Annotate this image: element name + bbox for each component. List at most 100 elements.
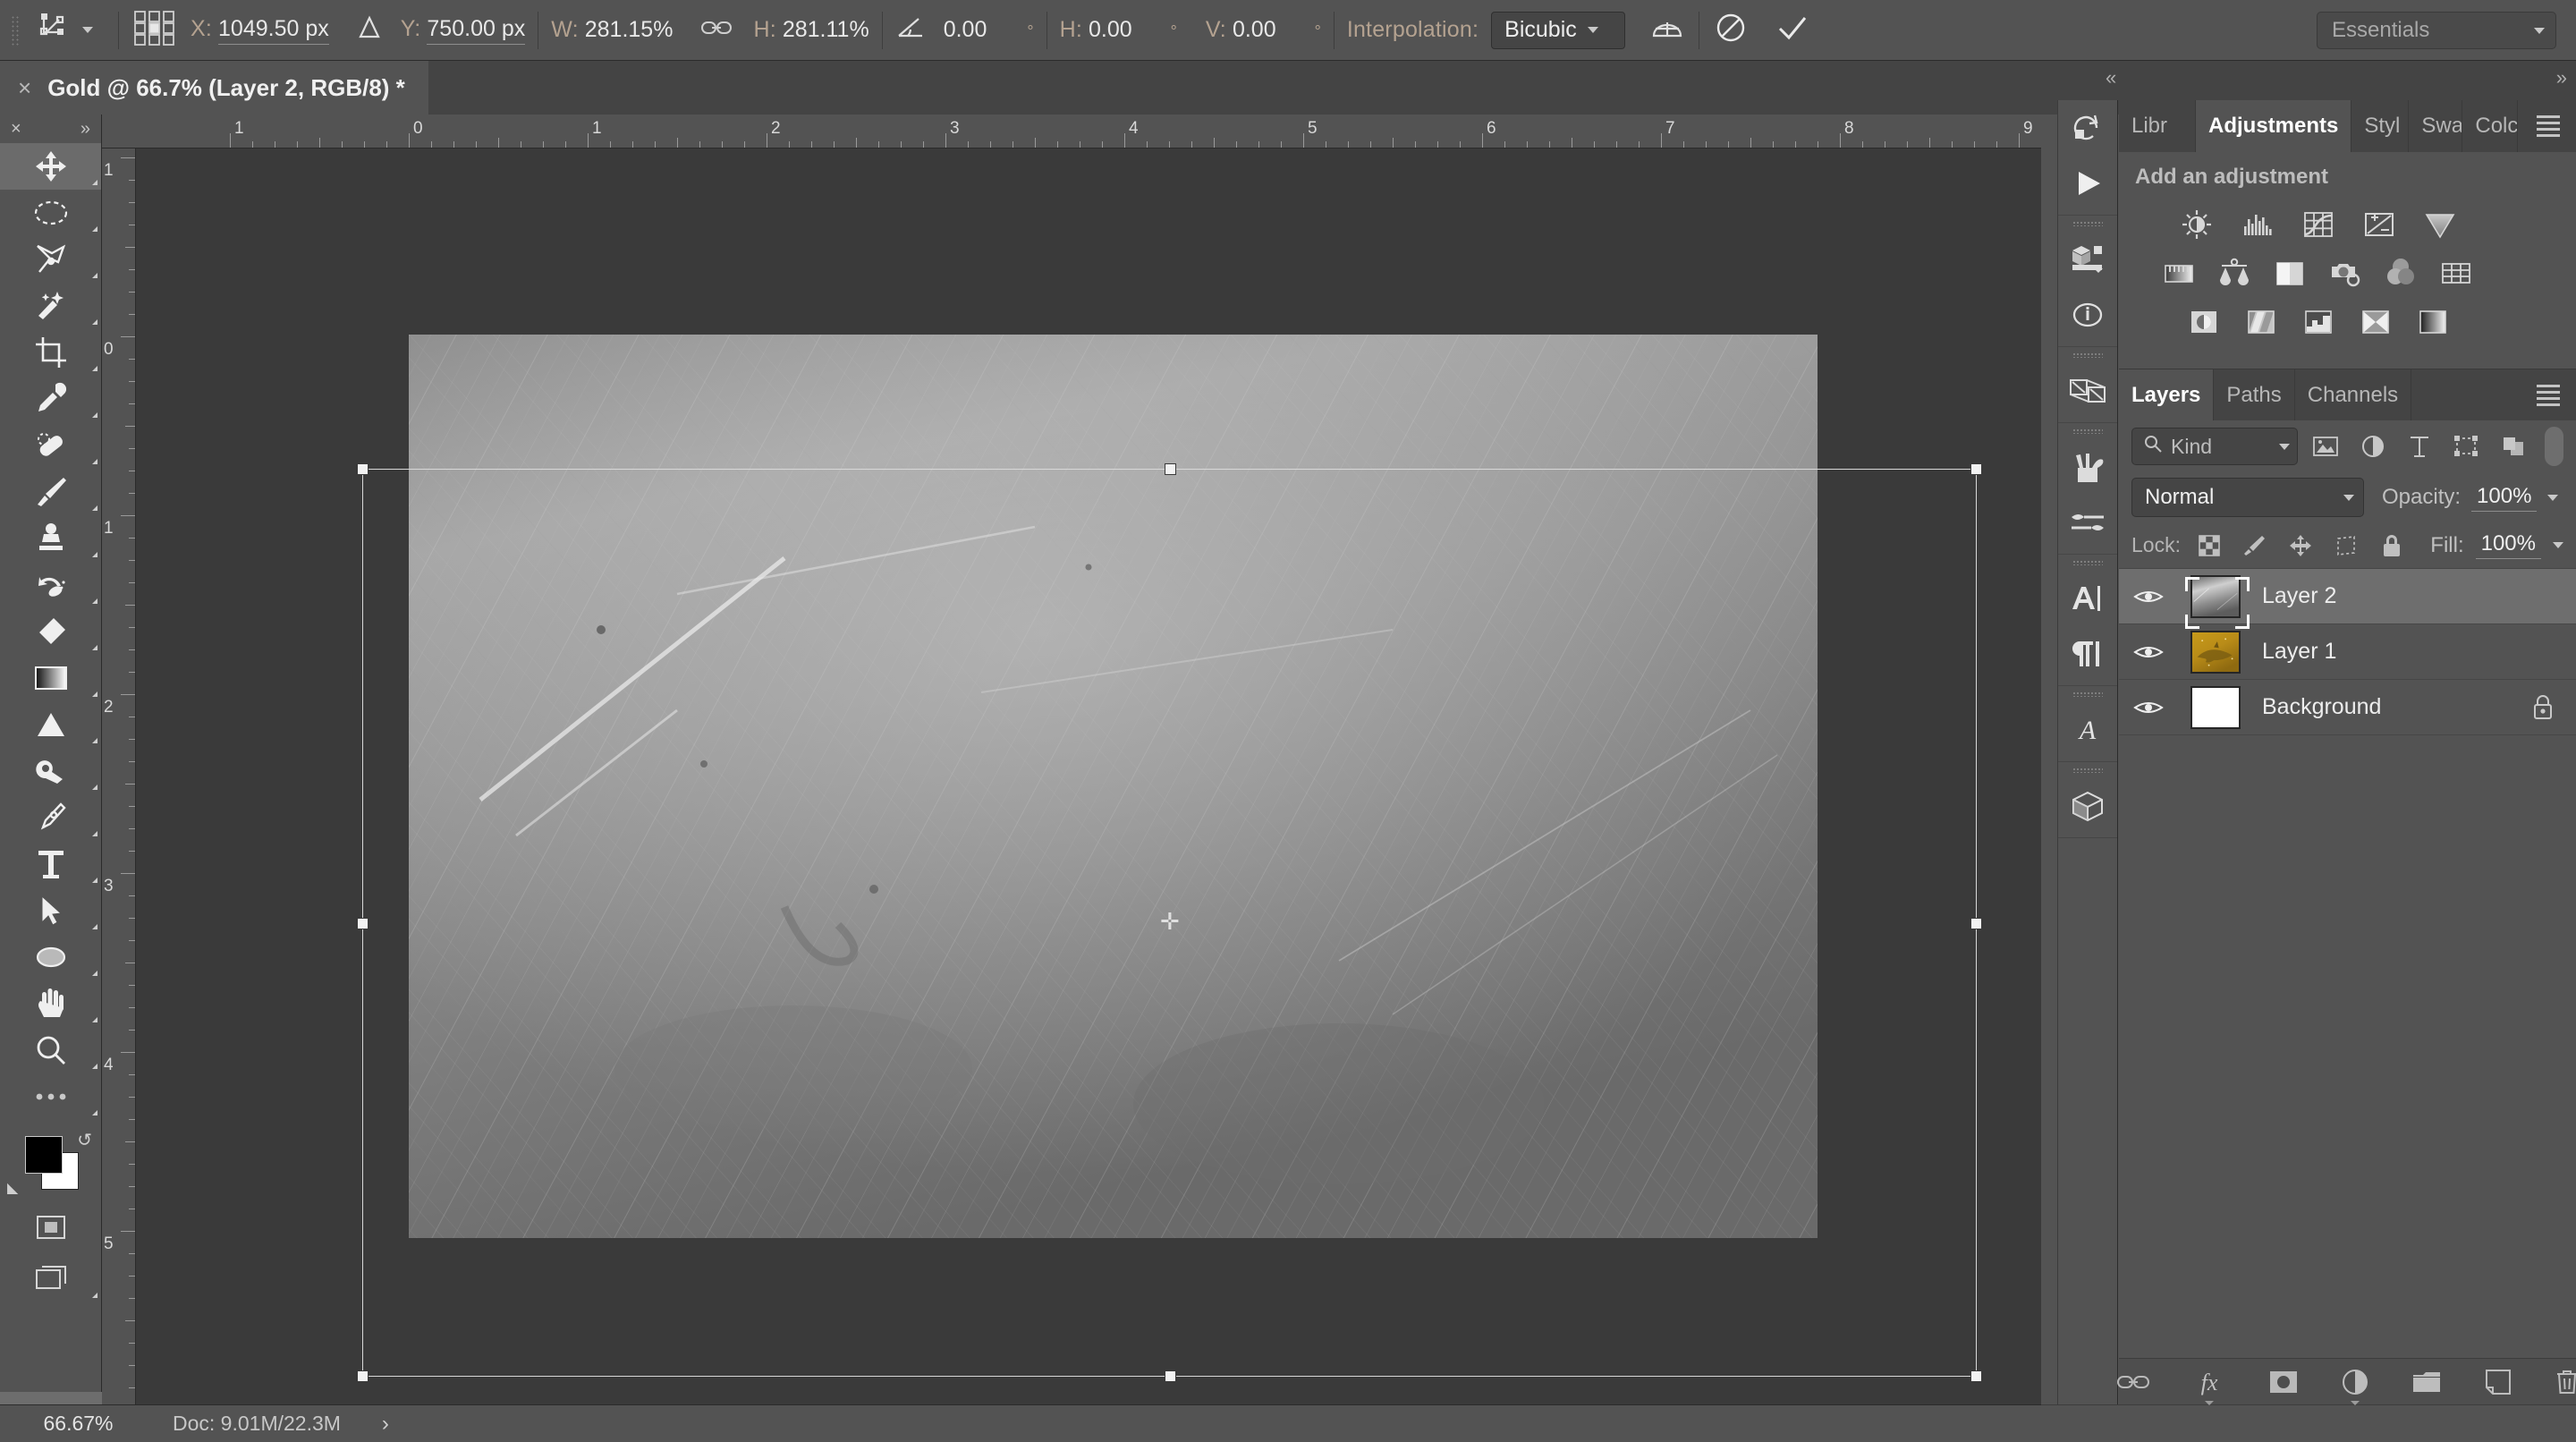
layer-visibility-toggle[interactable] <box>2119 697 2178 718</box>
paragraph-panel-icon[interactable] <box>2058 626 2117 682</box>
tab-styles[interactable]: Styl <box>2351 100 2409 152</box>
rotate-angle-field[interactable]: 0.00 ° <box>944 17 1034 43</box>
default-colors-icon[interactable]: ◣ <box>7 1179 18 1197</box>
filter-adjustment-layers-icon[interactable] <box>2353 428 2391 465</box>
cancel-transform-icon[interactable] <box>1712 9 1750 51</box>
posterize-adjustment[interactable] <box>2242 302 2280 340</box>
layer-thumbnail[interactable] <box>2178 631 2253 674</box>
x-position-field[interactable]: X: 1049.50 px <box>191 16 329 45</box>
properties-panel-icon[interactable] <box>2058 232 2117 287</box>
glyphs-panel-icon[interactable]: A <box>2058 702 2117 758</box>
panel-menu-icon[interactable] <box>2521 100 2576 152</box>
transform-handle-middle-left[interactable] <box>357 918 369 929</box>
layer-name[interactable]: Layer 2 <box>2253 583 2336 609</box>
brush-settings-icon[interactable] <box>2058 495 2117 550</box>
rail-grip[interactable] <box>2058 686 2117 702</box>
black-white-adjustment[interactable] <box>2271 254 2309 292</box>
options-bar-grip[interactable] <box>11 15 20 46</box>
reference-point-grid-icon[interactable] <box>131 8 178 52</box>
table-row[interactable]: Layer 2 <box>2119 569 2576 624</box>
layer-name[interactable]: Layer 1 <box>2253 639 2336 665</box>
invert-adjustment[interactable] <box>2185 302 2223 340</box>
screen-mode-button[interactable] <box>0 1252 101 1302</box>
history-panel-icon[interactable] <box>2058 100 2117 156</box>
lock-artboard-nesting-icon[interactable] <box>2329 530 2363 562</box>
layer-style-fx-button[interactable]: fx <box>2193 1364 2225 1400</box>
rail-grip[interactable] <box>2058 347 2117 363</box>
transform-handle-top-left[interactable] <box>357 463 369 475</box>
warp-mode-icon[interactable] <box>1648 13 1686 47</box>
curves-adjustment[interactable] <box>2300 206 2337 243</box>
width-scale-field[interactable]: W: 281.15% <box>551 17 673 43</box>
path-selection-tool[interactable] <box>0 887 101 934</box>
canvas-area[interactable]: ✛ <box>136 148 2041 1404</box>
relative-position-icon[interactable] <box>354 13 385 47</box>
fill-value[interactable]: 100% <box>2476 531 2541 559</box>
hand-tool[interactable] <box>0 980 101 1027</box>
chevron-down-icon[interactable] <box>2547 495 2558 501</box>
transform-handle-middle-right[interactable] <box>1970 918 1982 929</box>
tab-channels[interactable]: Channels <box>2295 369 2411 420</box>
link-layers-button[interactable] <box>2116 1364 2150 1400</box>
quick-mask-button[interactable] <box>0 1202 101 1252</box>
lock-image-pixels-icon[interactable] <box>2238 530 2272 562</box>
selective-color-adjustment[interactable] <box>2414 302 2452 340</box>
info-panel-icon[interactable] <box>2058 287 2117 343</box>
hue-saturation-adjustment[interactable] <box>2160 254 2198 292</box>
y-position-field[interactable]: Y: 750.00 px <box>401 16 525 45</box>
quick-selection-tool[interactable] <box>0 283 101 329</box>
new-group-button[interactable] <box>2411 1364 2442 1400</box>
healing-brush-tool[interactable] <box>0 422 101 469</box>
brushes-panel-icon[interactable] <box>2058 439 2117 495</box>
layer-thumbnail[interactable] <box>2178 575 2253 618</box>
tool-preset-picker[interactable] <box>27 13 106 47</box>
new-adjustment-layer-button[interactable] <box>2342 1364 2368 1400</box>
rail-grip[interactable] <box>2058 216 2117 232</box>
close-icon[interactable]: × <box>18 76 31 99</box>
table-row[interactable]: Background <box>2119 680 2576 735</box>
foreground-color-swatch[interactable] <box>25 1136 63 1174</box>
transform-panel-icon[interactable] <box>2058 363 2117 419</box>
interpolation-dropdown[interactable]: Bicubic <box>1491 12 1625 49</box>
collapse-dock-left-icon[interactable]: « <box>2106 66 2116 89</box>
filter-smart-objects-icon[interactable] <box>2494 428 2531 465</box>
edit-toolbar-button[interactable] <box>0 1073 101 1120</box>
layer-filter-kind-dropdown[interactable]: Kind <box>2131 428 2298 465</box>
commit-transform-icon[interactable] <box>1773 9 1812 51</box>
transform-handle-top-right[interactable] <box>1970 463 1982 475</box>
transform-handle-bottom-left[interactable] <box>357 1370 369 1382</box>
dodge-tool[interactable] <box>0 748 101 794</box>
blur-tool[interactable] <box>0 701 101 748</box>
document-tab[interactable]: × Gold @ 66.7% (Layer 2, RGB/8) * <box>0 61 428 115</box>
crop-tool[interactable] <box>0 329 101 376</box>
transform-handle-bottom-center[interactable] <box>1165 1370 1176 1382</box>
layer-visibility-toggle[interactable] <box>2119 586 2178 607</box>
character-panel-icon[interactable] <box>2058 571 2117 626</box>
history-brush-tool[interactable] <box>0 562 101 608</box>
lock-position-icon[interactable] <box>2284 530 2318 562</box>
zoom-level[interactable]: 66.67% <box>0 1412 157 1436</box>
rail-grip[interactable] <box>2058 555 2117 571</box>
tab-adjustments[interactable]: Adjustments <box>2196 100 2351 152</box>
horizontal-ruler[interactable]: 10123456789 <box>102 115 2041 148</box>
exposure-adjustment[interactable] <box>2360 206 2398 243</box>
artboard[interactable] <box>409 335 1818 1238</box>
threshold-adjustment[interactable] <box>2300 302 2337 340</box>
workspace-switcher[interactable]: Essentials <box>2317 12 2556 49</box>
filter-type-layers-icon[interactable] <box>2401 428 2438 465</box>
transform-handle-bottom-right[interactable] <box>1970 1370 1982 1382</box>
tab-swatches[interactable]: Swa <box>2409 100 2462 152</box>
canvas-scrollbar[interactable] <box>0 1392 102 1404</box>
move-tool[interactable] <box>0 143 101 190</box>
tab-libraries[interactable]: Libr <box>2119 100 2196 152</box>
marquee-tool[interactable] <box>0 190 101 236</box>
gradient-tool[interactable] <box>0 655 101 701</box>
skew-h-field[interactable]: H: 0.00 ° <box>1060 17 1177 43</box>
vibrance-adjustment[interactable] <box>2421 206 2459 243</box>
chevron-down-icon[interactable] <box>2553 542 2563 548</box>
eyedropper-tool[interactable] <box>0 376 101 422</box>
add-layer-mask-button[interactable] <box>2268 1364 2299 1400</box>
layer-thumbnail[interactable] <box>2178 686 2253 729</box>
status-expander-icon[interactable]: › <box>382 1412 389 1437</box>
clone-stamp-tool[interactable] <box>0 515 101 562</box>
